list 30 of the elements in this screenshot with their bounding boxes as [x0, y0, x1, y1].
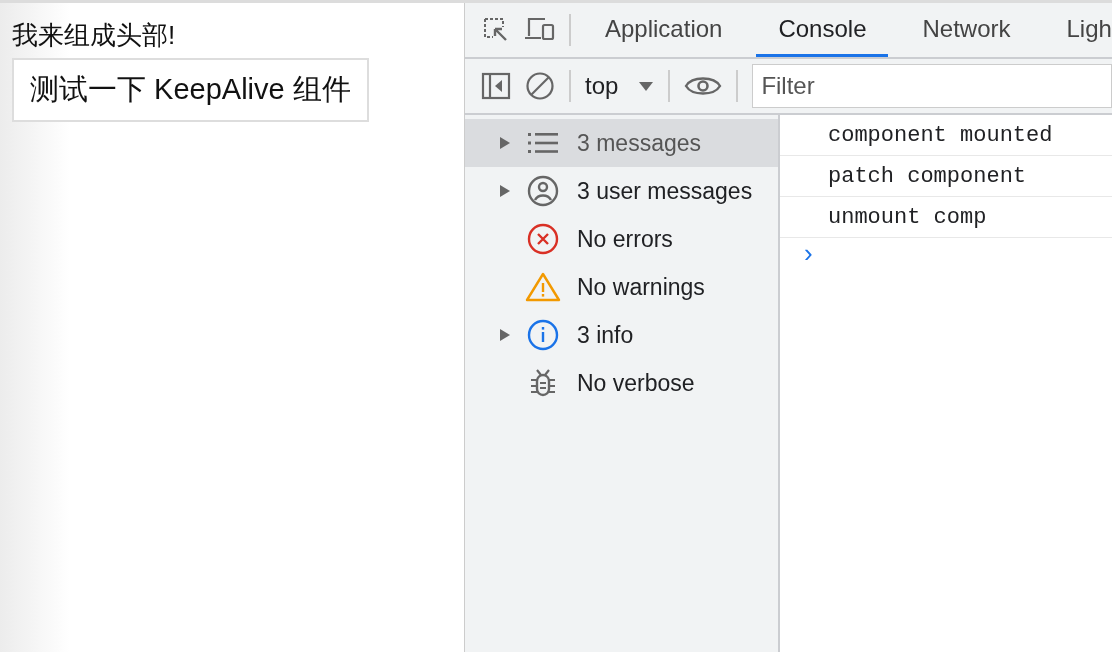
- user-icon: [527, 175, 559, 207]
- expand-arrow-icon[interactable]: [499, 136, 511, 150]
- sidebar-item[interactable]: 3 messages: [465, 119, 778, 167]
- expand-arrow-icon[interactable]: [499, 328, 511, 342]
- eye-icon[interactable]: [684, 74, 723, 98]
- expand-arrow-icon[interactable]: [499, 184, 511, 198]
- console-message: unmount comp: [780, 197, 1112, 238]
- sidebar-item[interactable]: No errors: [465, 215, 778, 263]
- sidebar-item[interactable]: No warnings: [465, 263, 778, 311]
- sidebar-item[interactable]: 3 info: [465, 311, 778, 359]
- clear-console-icon[interactable]: [525, 71, 555, 101]
- dropdown-caret-icon: [638, 80, 655, 92]
- sidebar-item[interactable]: 3 user messages: [465, 167, 778, 215]
- bug-icon: [529, 368, 557, 398]
- keepalive-test-button[interactable]: 测试一下 KeepAlive 组件: [12, 58, 369, 122]
- panel-tab[interactable]: Ligh: [1044, 3, 1112, 57]
- panel-tab[interactable]: Network: [900, 3, 1033, 57]
- page-heading: 我来组成头部!: [12, 19, 177, 51]
- console-prompt[interactable]: ›: [780, 238, 817, 269]
- console-message: patch component: [780, 156, 1112, 197]
- console-message: component mounted: [780, 115, 1112, 156]
- context-selector[interactable]: top: [585, 72, 655, 100]
- filter-field[interactable]: Filter: [752, 64, 1112, 108]
- info-icon: [527, 319, 559, 351]
- warning-icon: [525, 272, 561, 302]
- sidebar-toggle-icon[interactable]: [481, 72, 511, 100]
- error-icon: [527, 223, 559, 255]
- sidebar-item[interactable]: No verbose: [465, 359, 778, 407]
- panel-tab[interactable]: Application: [583, 3, 745, 57]
- list-icon: [527, 132, 559, 154]
